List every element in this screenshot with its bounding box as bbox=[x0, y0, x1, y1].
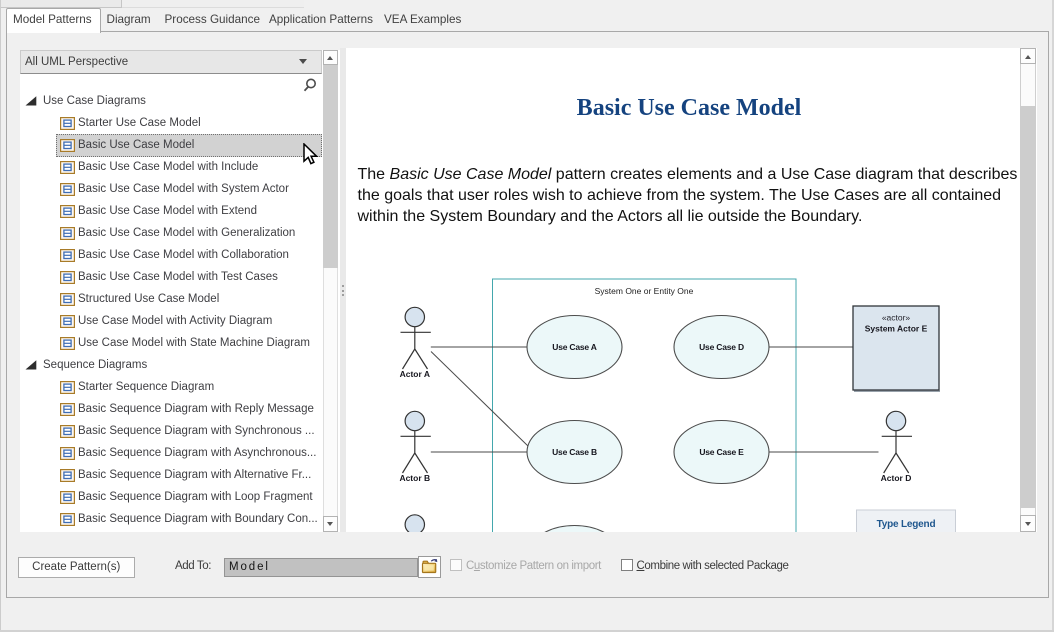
svg-text:System One or Entity One: System One or Entity One bbox=[594, 286, 693, 296]
svg-text:System Actor E: System Actor E bbox=[864, 324, 927, 334]
svg-text:Use Case E: Use Case E bbox=[699, 447, 744, 457]
svg-text:Actor B: Actor B bbox=[399, 473, 430, 483]
svg-text:Type Legend: Type Legend bbox=[876, 519, 935, 530]
svg-text:Use Case B: Use Case B bbox=[552, 447, 597, 457]
svg-text:Actor D: Actor D bbox=[880, 473, 911, 483]
svg-text:Actor A: Actor A bbox=[399, 369, 429, 379]
svg-text:Use Case D: Use Case D bbox=[699, 342, 744, 352]
svg-text:«actor»: «actor» bbox=[881, 313, 910, 323]
svg-text:Use Case A: Use Case A bbox=[552, 342, 597, 352]
